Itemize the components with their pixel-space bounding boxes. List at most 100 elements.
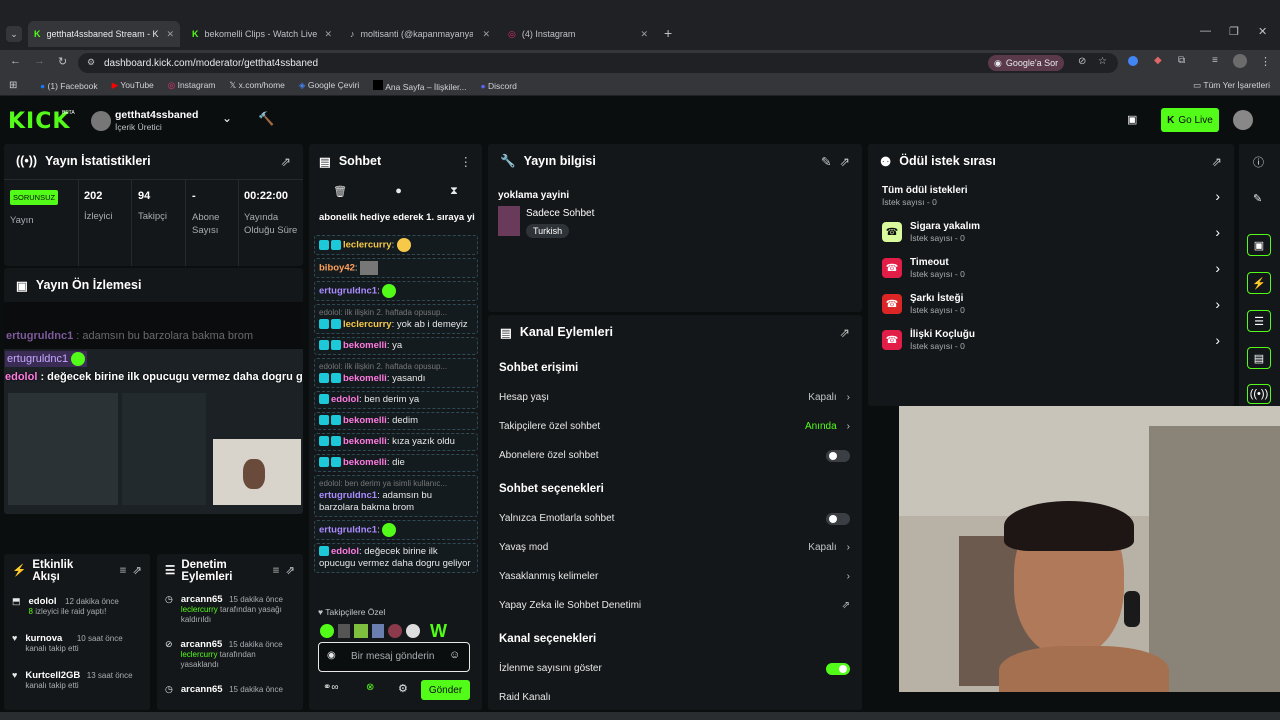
tab-moltisanti[interactable]: ♪ moltisanti (@kapanmayanyaray ✕: [344, 24, 496, 44]
chat-username[interactable]: leclercurry: [343, 319, 392, 330]
chat-username[interactable]: edolol: [331, 546, 359, 557]
emoji-icon[interactable]: ☺: [449, 649, 460, 661]
tab-list-icon[interactable]: ⌄: [6, 26, 22, 42]
reward-row[interactable]: ☎ İlişki Koçluğu İstek sayısı - 0 ›: [868, 322, 1234, 358]
filter-icon[interactable]: ≡: [120, 565, 127, 577]
filter-icon[interactable]: ≡: [273, 565, 280, 577]
profile-avatar[interactable]: [1233, 54, 1247, 68]
popout-icon[interactable]: ⇗: [132, 565, 142, 577]
info-icon[interactable]: ⓘ: [1253, 154, 1264, 170]
eye-off-icon[interactable]: ⊘: [1078, 56, 1086, 67]
edit-pencil-icon[interactable]: ✎: [821, 154, 831, 169]
tools-hammer-icon[interactable]: 🔨: [258, 111, 274, 127]
close-window-icon[interactable]: ✕: [1258, 25, 1267, 38]
reward-row[interactable]: ☎ Sigara yakalım İstek sayısı - 0 ›: [868, 214, 1234, 250]
extension-icon[interactable]: ◆: [1154, 55, 1162, 66]
layout-icon[interactable]: ▣: [1247, 234, 1271, 256]
bookmark-x[interactable]: 𝕏 x.com/home: [229, 80, 285, 91]
chat-username[interactable]: bekomelli: [343, 436, 387, 447]
google-ask-button[interactable]: ◉ Google'a Sor: [988, 55, 1065, 71]
close-tab-icon[interactable]: ✕: [324, 29, 332, 40]
chat-message[interactable]: ertugruldnc1:: [314, 520, 478, 540]
edit-pencil-icon[interactable]: ✎: [1253, 192, 1262, 205]
minimize-icon[interactable]: —: [1200, 25, 1211, 37]
chat-message[interactable]: leclercurry:: [314, 235, 478, 255]
chat-username[interactable]: ertugruldnc1: [319, 490, 377, 501]
w-emote[interactable]: W: [430, 621, 447, 642]
emote[interactable]: [388, 624, 402, 638]
chat-message[interactable]: biboy42:: [314, 258, 478, 278]
settings-gear-icon[interactable]: ⚙: [398, 682, 408, 695]
chat-icon[interactable]: ▤: [1247, 347, 1271, 369]
emote[interactable]: [354, 624, 368, 638]
bookmark-facebook[interactable]: ● (1) Facebook: [40, 81, 98, 91]
forward-icon[interactable]: →: [34, 55, 45, 67]
close-tab-icon[interactable]: ✕: [166, 29, 174, 40]
bookmark-youtube[interactable]: ▶ YouTube: [112, 80, 154, 91]
chat-message[interactable]: edolol: ben derim ya: [314, 391, 478, 409]
preview-video[interactable]: ertugruldnc1 : adamsın bu barzolara bakm…: [4, 302, 303, 514]
link-icon[interactable]: ⚭∞: [323, 682, 339, 693]
emote-only-toggle[interactable]: [826, 512, 850, 525]
subs-chat-toggle[interactable]: [826, 449, 850, 462]
chat-message[interactable]: ertugruldnc1:: [314, 281, 478, 301]
kick-coin-icon[interactable]: ⊗: [366, 682, 374, 693]
chat-username[interactable]: bekomelli: [343, 340, 387, 351]
bookmark-instagram[interactable]: ◎ Instagram: [168, 80, 216, 91]
reward-row[interactable]: ☎ Şarkı İsteği İstek sayısı - 0 ›: [868, 286, 1234, 322]
bookmark-google-translate[interactable]: ◈ Google Çeviri: [299, 80, 359, 91]
chat-username[interactable]: ertugruldnc1: [319, 286, 377, 297]
tab-kick-stream[interactable]: Kgetthat4ssbaned Stream - Kick ✕: [28, 21, 180, 47]
bookmark-discord[interactable]: ● Discord: [481, 81, 517, 91]
slow-mode-row[interactable]: Yavaş mod Kapalı ›: [488, 533, 862, 562]
chat-username[interactable]: bekomelli: [343, 457, 387, 468]
broadcast-icon[interactable]: ((•)): [1247, 384, 1271, 404]
user-avatar[interactable]: [1233, 110, 1253, 130]
chat-username[interactable]: edolol: [331, 394, 359, 405]
emote[interactable]: [338, 624, 350, 638]
account-age-row[interactable]: Hesap yaşı Kapalı ›: [488, 383, 862, 412]
reload-icon[interactable]: ↻: [58, 55, 67, 68]
show-viewers-toggle[interactable]: [826, 662, 850, 675]
reading-list-icon[interactable]: ≡: [1212, 55, 1218, 66]
back-icon[interactable]: ←: [10, 55, 21, 67]
chat-message[interactable]: edolol: ilk ilişkin 2. haftada opusup...…: [314, 304, 478, 334]
list-icon[interactable]: ☰: [1247, 310, 1271, 332]
chat-message[interactable]: bekomelli: die: [314, 454, 478, 472]
chat-message[interactable]: edolol: değecek birine ilk opucugu verme…: [314, 543, 478, 573]
popout-icon[interactable]: ⇗: [285, 565, 295, 577]
close-tab-icon[interactable]: ✕: [640, 29, 648, 40]
tab-bekomelli[interactable]: Kbekomelli Clips - Watch Live on ✕: [186, 24, 338, 44]
chat-input[interactable]: ◉ Bir mesaj gönderin ☺: [318, 642, 470, 672]
popout-icon[interactable]: ⇗: [281, 154, 291, 169]
ai-moderation-row[interactable]: Yapay Zeka ile Sohbet Denetimi ⇗: [488, 591, 862, 620]
reward-row[interactable]: ☎ Timeout İstek sayısı - 0 ›: [868, 250, 1234, 286]
emote[interactable]: [406, 624, 420, 638]
extensions-icon[interactable]: ⧉: [1178, 55, 1185, 66]
close-tab-icon[interactable]: ✕: [482, 29, 490, 40]
apps-grid-icon[interactable]: ⊞: [9, 80, 17, 91]
star-icon[interactable]: ☆: [1098, 56, 1107, 67]
all-bookmarks-folder[interactable]: ▭ Tüm Yer İşaretleri: [1193, 80, 1270, 91]
hourglass-icon[interactable]: ⧗: [450, 185, 458, 198]
go-live-button[interactable]: K Go Live: [1161, 108, 1219, 132]
chat-username[interactable]: bekomelli: [343, 415, 387, 426]
popout-icon[interactable]: ⇗: [840, 154, 850, 169]
chat-menu-icon[interactable]: ⋮: [460, 154, 473, 169]
url-bar[interactable]: ⚙ dashboard.kick.com/moderator/getthat4s…: [78, 53, 1118, 73]
raid-channel-row[interactable]: Raid Kanalı: [488, 683, 862, 710]
new-tab-icon[interactable]: +: [664, 25, 672, 41]
restore-icon[interactable]: ❐: [1229, 25, 1239, 38]
bubble-icon[interactable]: ●: [395, 185, 402, 197]
kick-emote[interactable]: [320, 624, 334, 638]
trash-icon[interactable]: 🗑: [333, 185, 347, 198]
banned-words-row[interactable]: Yasaklanmış kelimeler ›: [488, 562, 862, 591]
chat-username[interactable]: bekomelli: [343, 373, 387, 384]
site-info-icon[interactable]: ⚙: [87, 57, 95, 68]
chat-message[interactable]: bekomelli: kıza yazık oldu: [314, 433, 478, 451]
bookmark-ana-sayfa[interactable]: Ana Sayfa – İlişkiler...: [373, 79, 467, 92]
lightning-icon[interactable]: ⚡: [1247, 272, 1271, 294]
channel-switch-chevron-icon[interactable]: ⌄: [222, 111, 232, 125]
chat-message[interactable]: edolol: ilk ilişkin 2. haftada opusup...…: [314, 358, 478, 388]
popout-icon[interactable]: ⇗: [840, 325, 850, 340]
